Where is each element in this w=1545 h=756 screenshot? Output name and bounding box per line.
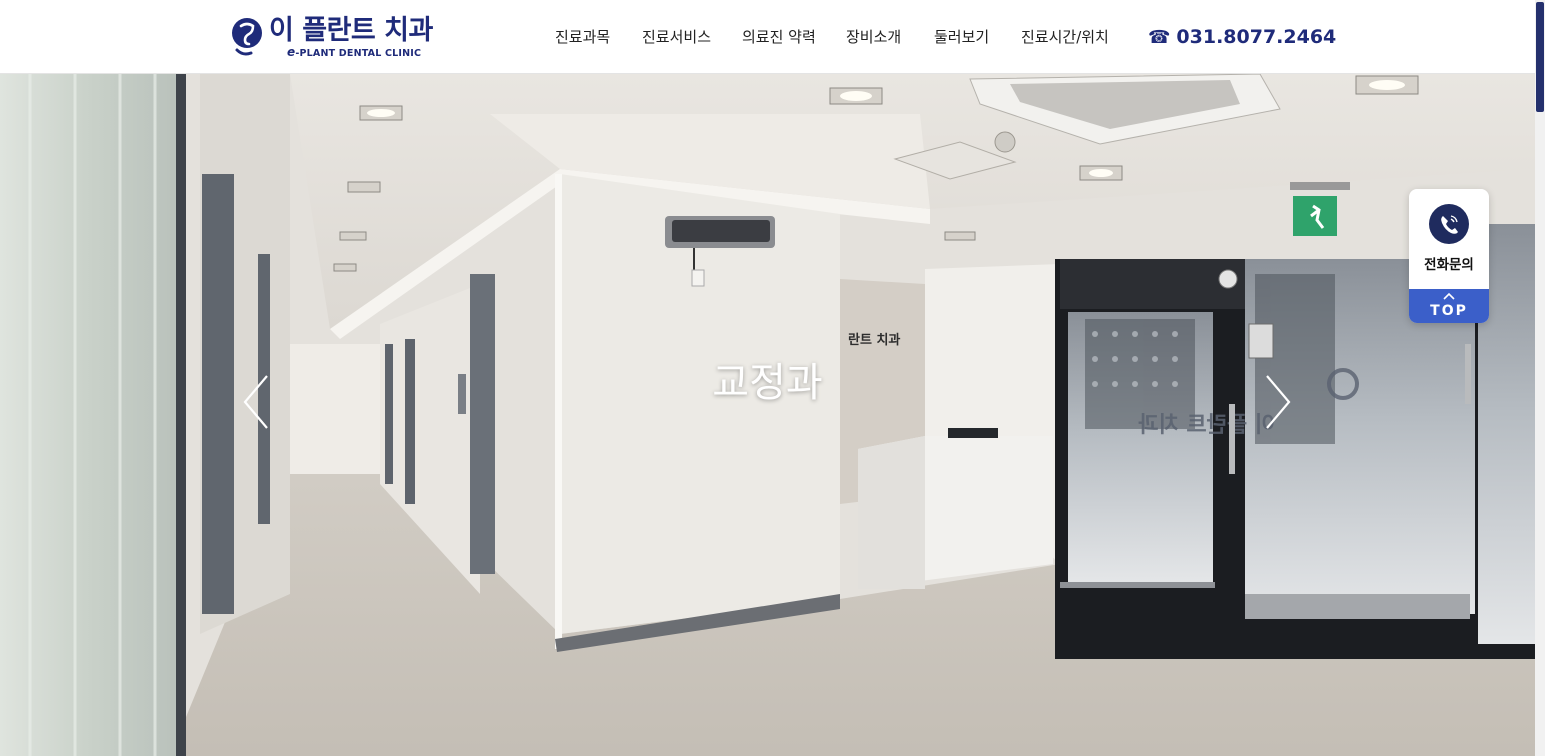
nav-item-departments[interactable]: 진료과목 [555, 27, 610, 47]
nav-item-equipment[interactable]: 장비소개 [846, 27, 901, 47]
clinic-logo[interactable]: 이 플란트 치과 e-PLANT DENTAL CLINIC [231, 14, 433, 60]
call-icon-circle [1429, 204, 1469, 244]
nav-item-tour[interactable]: 둘러보기 [934, 27, 989, 47]
hero-photo-clinic-lobby: 란트 치과 이 플란트 치과 [0, 74, 1535, 756]
wall-sign-text: 란트 치과 [848, 332, 900, 348]
chevron-up-icon [1443, 292, 1455, 300]
call-inquiry-label: 전화문의 [1424, 257, 1474, 273]
phone-number: 031.8077.2464 [1176, 26, 1337, 48]
nav-item-hours-location[interactable]: 진료시간/위치 [1021, 27, 1109, 47]
logo-name-ko: 이 플란트 치과 [269, 15, 433, 46]
chevron-right-icon [1266, 375, 1291, 429]
hero-slider: 란트 치과 이 플란트 치과 교정과 [0, 74, 1535, 756]
slider-next-button[interactable] [1263, 374, 1293, 430]
logo-name-en: e-PLANT DENTAL CLINIC [287, 46, 422, 59]
nav-item-services[interactable]: 진료서비스 [642, 27, 711, 47]
call-inquiry-button[interactable]: 전화문의 [1409, 189, 1489, 289]
phone-icon [1441, 215, 1458, 234]
door-sign-mirrored: 이 플란트 치과 [1138, 413, 1275, 438]
page-scrollbar[interactable] [1535, 0, 1545, 756]
nav-item-doctors[interactable]: 의료진 약력 [742, 27, 816, 47]
scroll-top-label: TOP [1430, 303, 1468, 319]
scrollbar-thumb[interactable] [1536, 2, 1544, 112]
telephone-icon: ☎ [1148, 27, 1171, 48]
logo-name-en-rest: -PLANT DENTAL CLINIC [295, 48, 422, 59]
site-header: 이 플란트 치과 e-PLANT DENTAL CLINIC 진료과목 진료서비… [0, 0, 1535, 74]
floating-quick-menu: 전화문의 TOP [1409, 189, 1489, 323]
hero-slide-title: 교정과 [712, 360, 823, 406]
scroll-top-button[interactable]: TOP [1409, 289, 1489, 323]
header-phone[interactable]: ☎ 031.8077.2464 [1148, 25, 1336, 50]
tooth-logo-icon [232, 18, 262, 56]
chevron-left-icon [243, 375, 268, 429]
slider-prev-button[interactable] [241, 374, 271, 430]
